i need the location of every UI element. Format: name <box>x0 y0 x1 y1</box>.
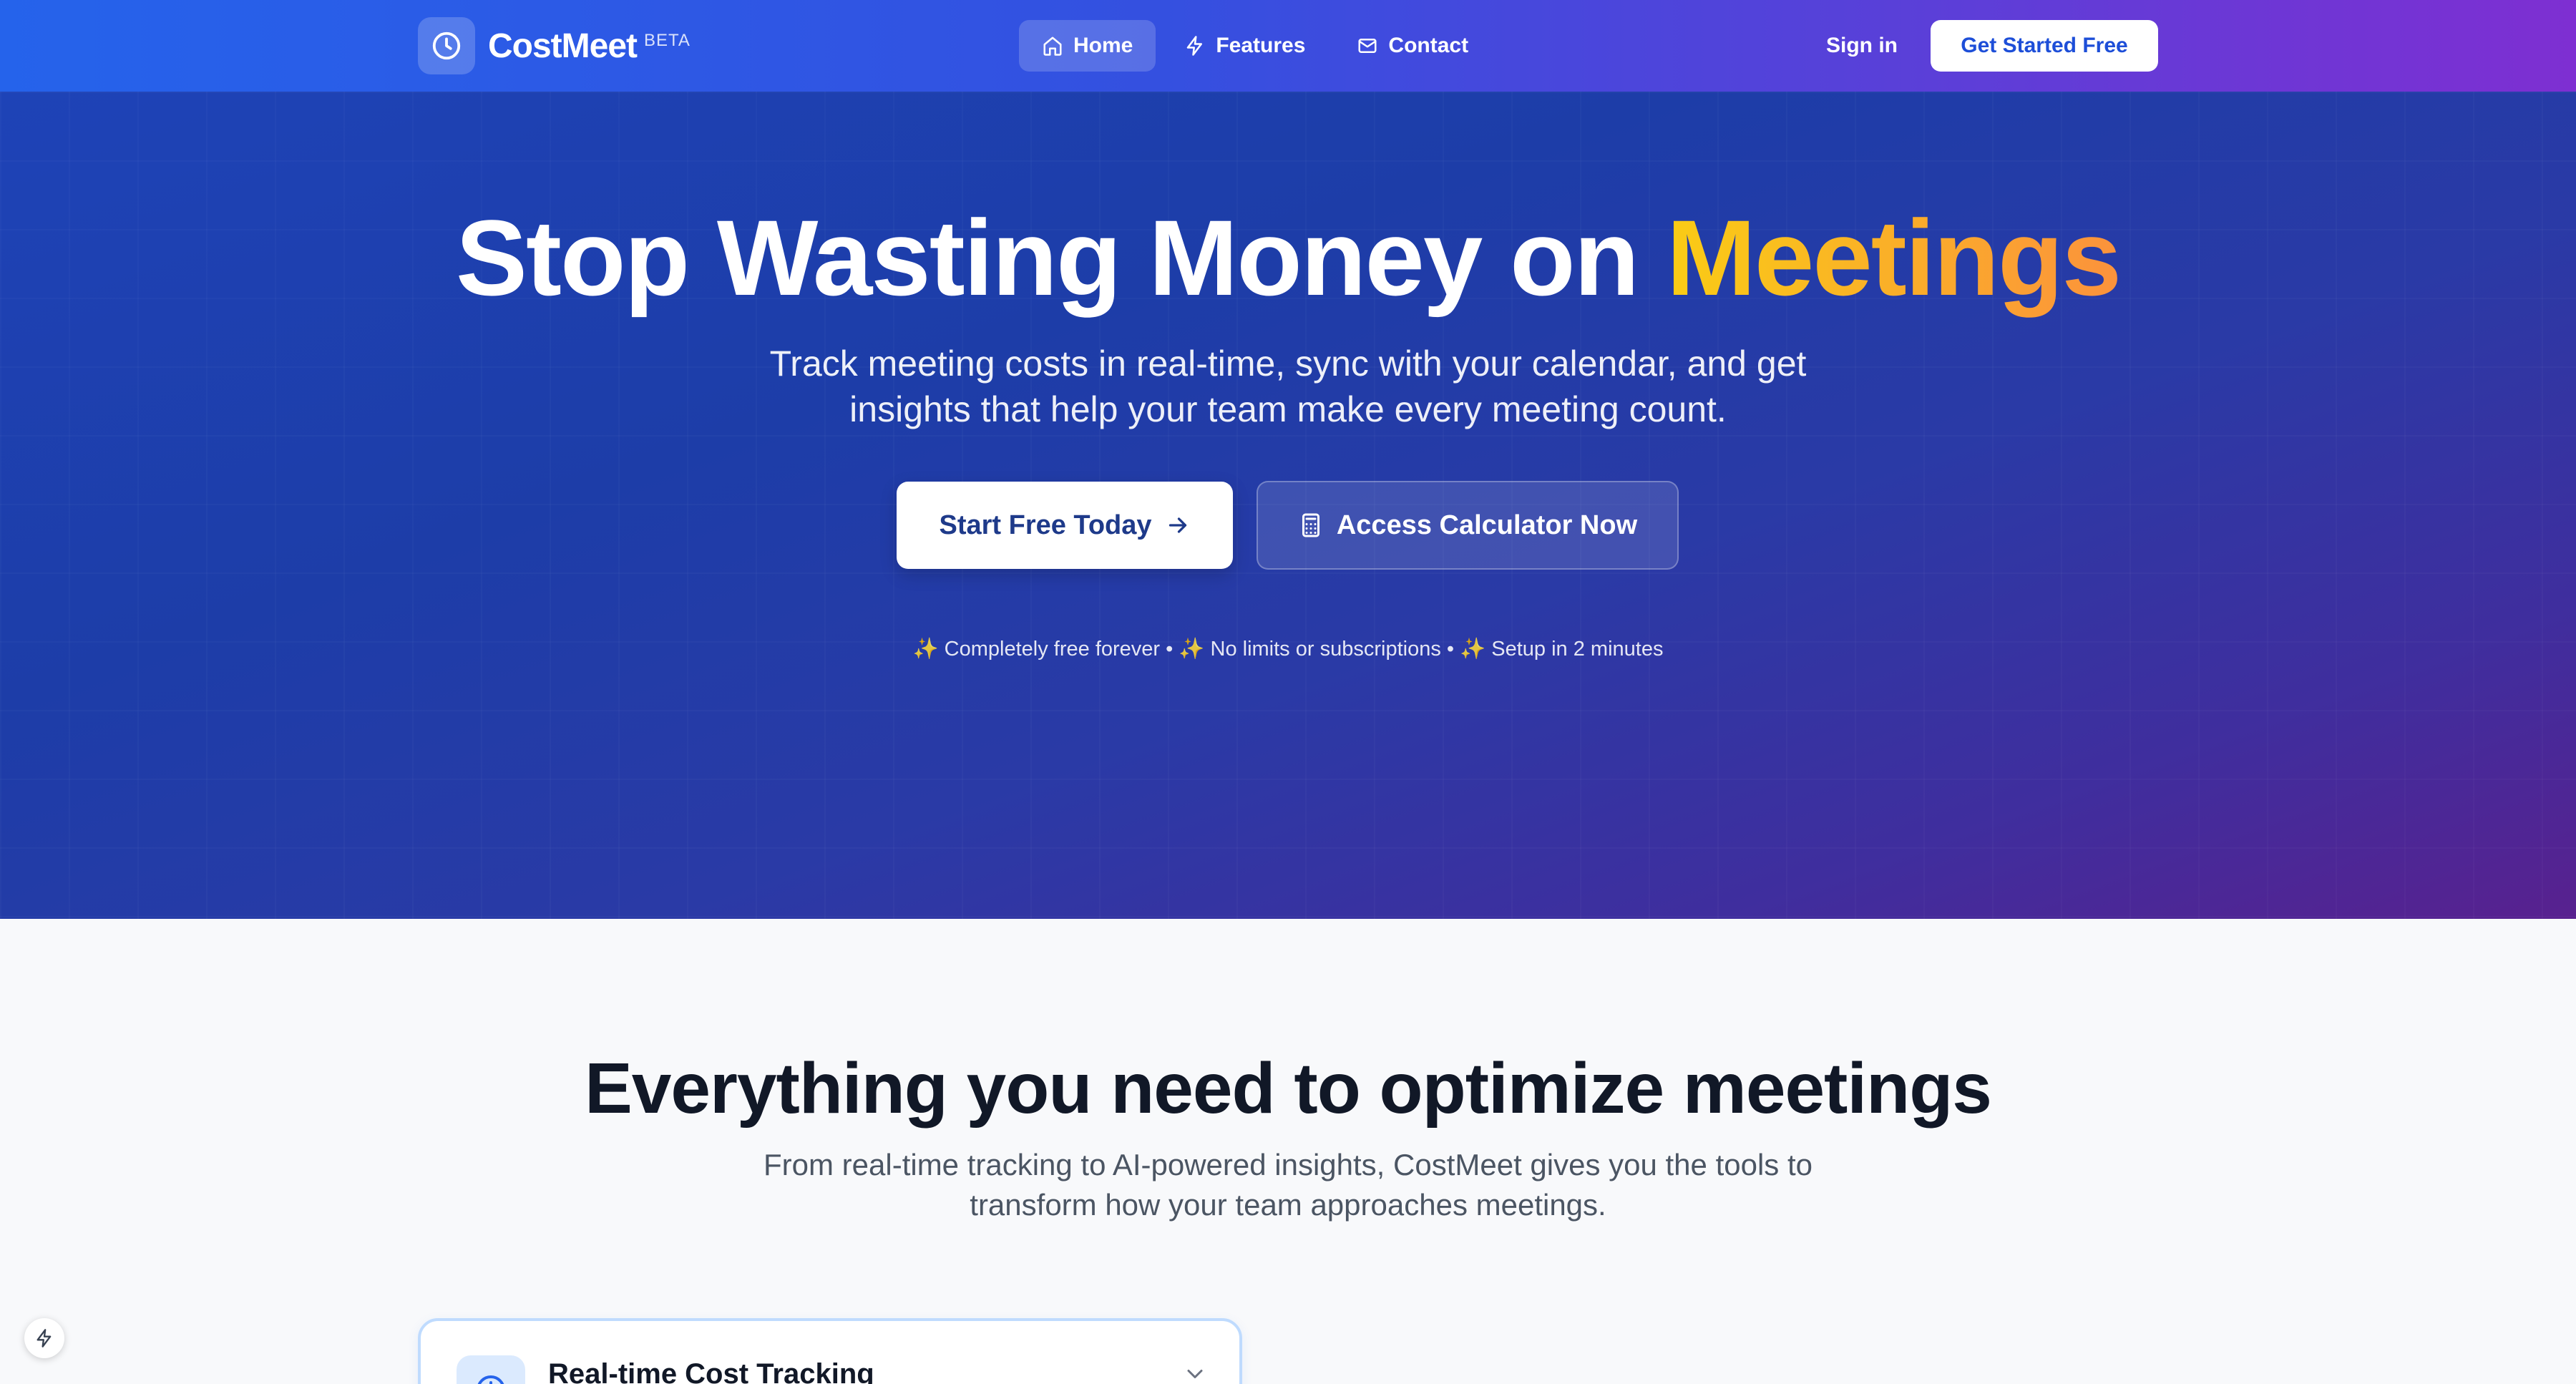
nav-contact-label: Contact <box>1388 34 1469 57</box>
nav-home[interactable]: Home <box>1019 20 1156 72</box>
features-subtitle: From real-time tracking to AI-powered in… <box>763 1148 1813 1222</box>
main-nav: Home Features Contact <box>1019 20 1497 72</box>
lightning-icon <box>36 1329 52 1348</box>
sign-in-link[interactable]: Sign in <box>1803 20 1921 72</box>
floating-action-button[interactable] <box>24 1318 64 1358</box>
features-title: Everything you need to optimize meetings <box>585 1048 1992 1129</box>
hero-title-main: Stop Wasting Money on <box>455 198 1639 318</box>
clock-icon <box>418 17 475 74</box>
top-navbar: CostMeet BETA Home Features Contact Sign… <box>0 0 2576 92</box>
feature-card-realtime-tracking[interactable]: Real-time Cost Tracking <box>418 1318 1242 1384</box>
lightning-icon <box>1187 36 1203 56</box>
hero-title: Stop Wasting Money on Meetings <box>0 199 2576 317</box>
nav-contact[interactable]: Contact <box>1334 20 1491 72</box>
mail-icon <box>1358 39 1377 53</box>
nav-features[interactable]: Features <box>1161 20 1328 72</box>
hero-section: Stop Wasting Money on Meetings Track mee… <box>0 92 2576 919</box>
brand-logo[interactable]: CostMeet BETA <box>418 17 691 74</box>
hero-title-accent: Meetings <box>1666 198 2122 318</box>
access-calculator-button[interactable]: Access Calculator Now <box>1257 481 1679 570</box>
brand-name: CostMeet <box>488 26 638 65</box>
nav-features-label: Features <box>1216 34 1306 57</box>
access-calculator-label: Access Calculator Now <box>1336 510 1638 540</box>
get-started-button[interactable]: Get Started Free <box>1931 20 2158 72</box>
nav-home-label: Home <box>1073 34 1133 57</box>
start-free-label: Start Free Today <box>939 510 1152 540</box>
hero-subtitle: Track meeting costs in real-time, sync w… <box>769 343 1807 429</box>
arrow-right-icon <box>1169 517 1186 533</box>
calculator-icon <box>1302 513 1319 537</box>
hero-benefits-note: ✨ Completely free forever • ✨ No limits … <box>912 638 1664 661</box>
feature-card-title: Real-time Cost Tracking <box>548 1358 874 1384</box>
start-free-button[interactable]: Start Free Today <box>897 482 1233 569</box>
beta-badge: BETA <box>644 31 691 50</box>
home-icon <box>1043 36 1062 56</box>
chevron-down-icon[interactable] <box>1182 1361 1208 1384</box>
clock-icon <box>457 1355 525 1384</box>
